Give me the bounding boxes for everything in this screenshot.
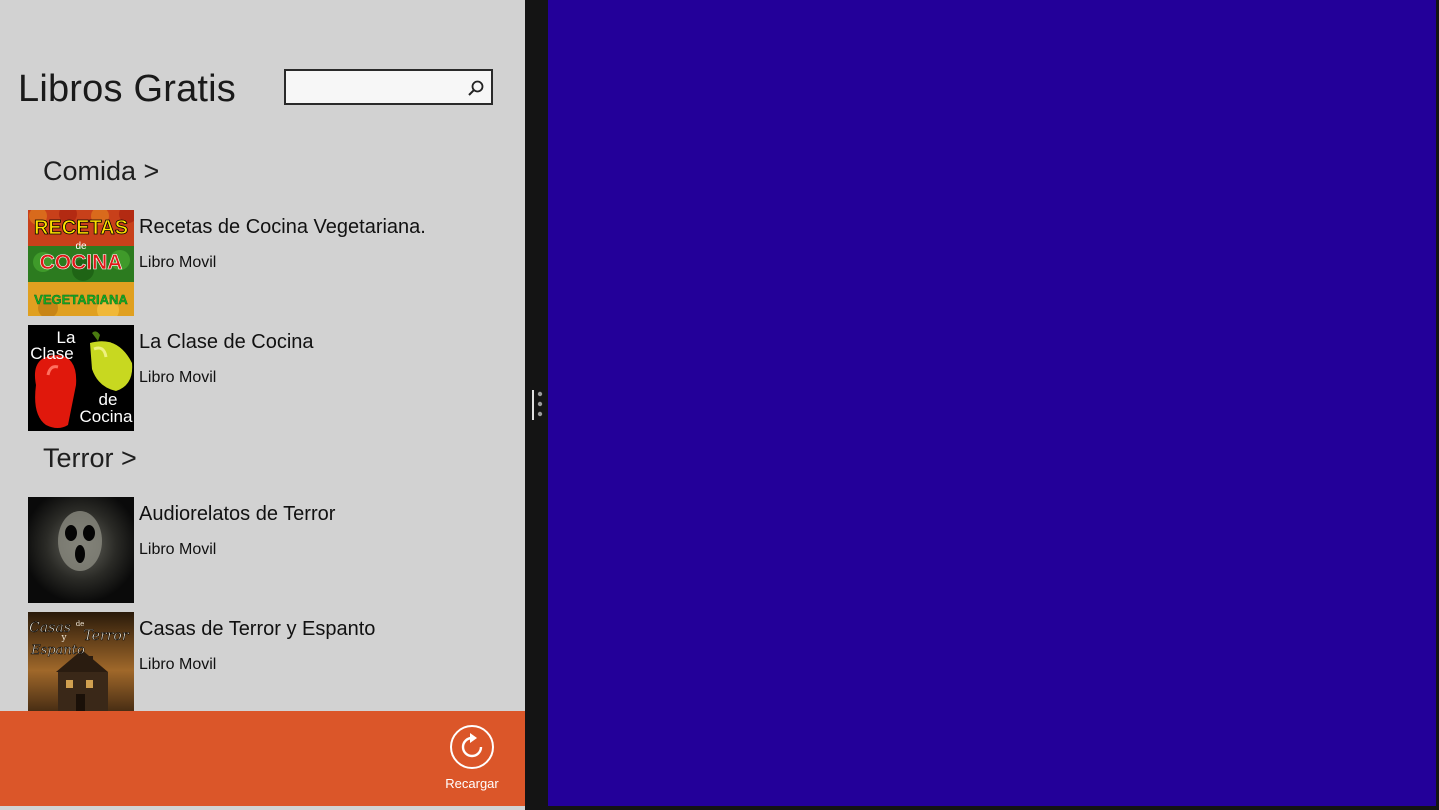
item-title: Casas de Terror y Espanto xyxy=(139,618,376,640)
left-pane: Libros Gratis Comida > RECETAS de COCINA… xyxy=(0,0,525,810)
item-subtitle: Libro Movil xyxy=(139,254,217,271)
thumb-text: y xyxy=(60,633,67,643)
item-title: La Clase de Cocina xyxy=(139,331,314,353)
book-cover-audiorelatos xyxy=(28,497,134,603)
thumb-text: Terror xyxy=(83,628,129,644)
splitter-grip-icon[interactable] xyxy=(529,390,545,420)
book-cover-casas-terror: Casas de y Terror Espanto xyxy=(28,612,134,718)
right-pane xyxy=(548,0,1436,806)
book-cover-clase-cocina: La Clase de Cocina xyxy=(28,325,134,431)
snap-splitter[interactable] xyxy=(525,0,548,810)
thumb-text: RECETAS xyxy=(34,217,128,239)
list-item[interactable]: La Clase de Cocina La Clase de Cocina Li… xyxy=(28,325,498,431)
list-item[interactable]: RECETAS de COCINA VEGETARIANA Recetas de… xyxy=(28,210,498,316)
app-bar: Recargar xyxy=(0,711,525,806)
item-subtitle: Libro Movil xyxy=(139,369,217,386)
book-cover-recetas: RECETAS de COCINA VEGETARIANA xyxy=(28,210,134,316)
refresh-icon xyxy=(450,725,494,769)
list-item[interactable]: Casas de y Terror Espanto Casas de Terro… xyxy=(28,612,498,718)
search-icon[interactable] xyxy=(467,79,485,97)
item-title: Audiorelatos de Terror xyxy=(139,503,336,525)
reload-button[interactable]: Recargar xyxy=(440,725,504,795)
thumb-text: Espanto xyxy=(30,643,85,658)
page-title: Libros Gratis xyxy=(18,68,237,110)
search-box[interactable] xyxy=(284,69,493,105)
thumb-text: VEGETARIANA xyxy=(34,292,128,307)
thumb-text: Cocina xyxy=(80,407,133,426)
search-input[interactable] xyxy=(290,75,464,101)
group-header-comida[interactable]: Comida > xyxy=(43,156,159,187)
reload-label: Recargar xyxy=(445,776,499,791)
group-header-terror[interactable]: Terror > xyxy=(43,443,137,474)
thumb-text: Clase xyxy=(30,344,73,363)
thumb-text: de xyxy=(76,620,85,628)
thumb-text: COCINA xyxy=(40,251,123,274)
item-title: Recetas de Cocina Vegetariana. xyxy=(139,216,426,238)
item-subtitle: Libro Movil xyxy=(139,541,217,558)
list-item[interactable]: Audiorelatos de Terror Libro Movil xyxy=(28,497,498,603)
item-subtitle: Libro Movil xyxy=(139,656,217,673)
